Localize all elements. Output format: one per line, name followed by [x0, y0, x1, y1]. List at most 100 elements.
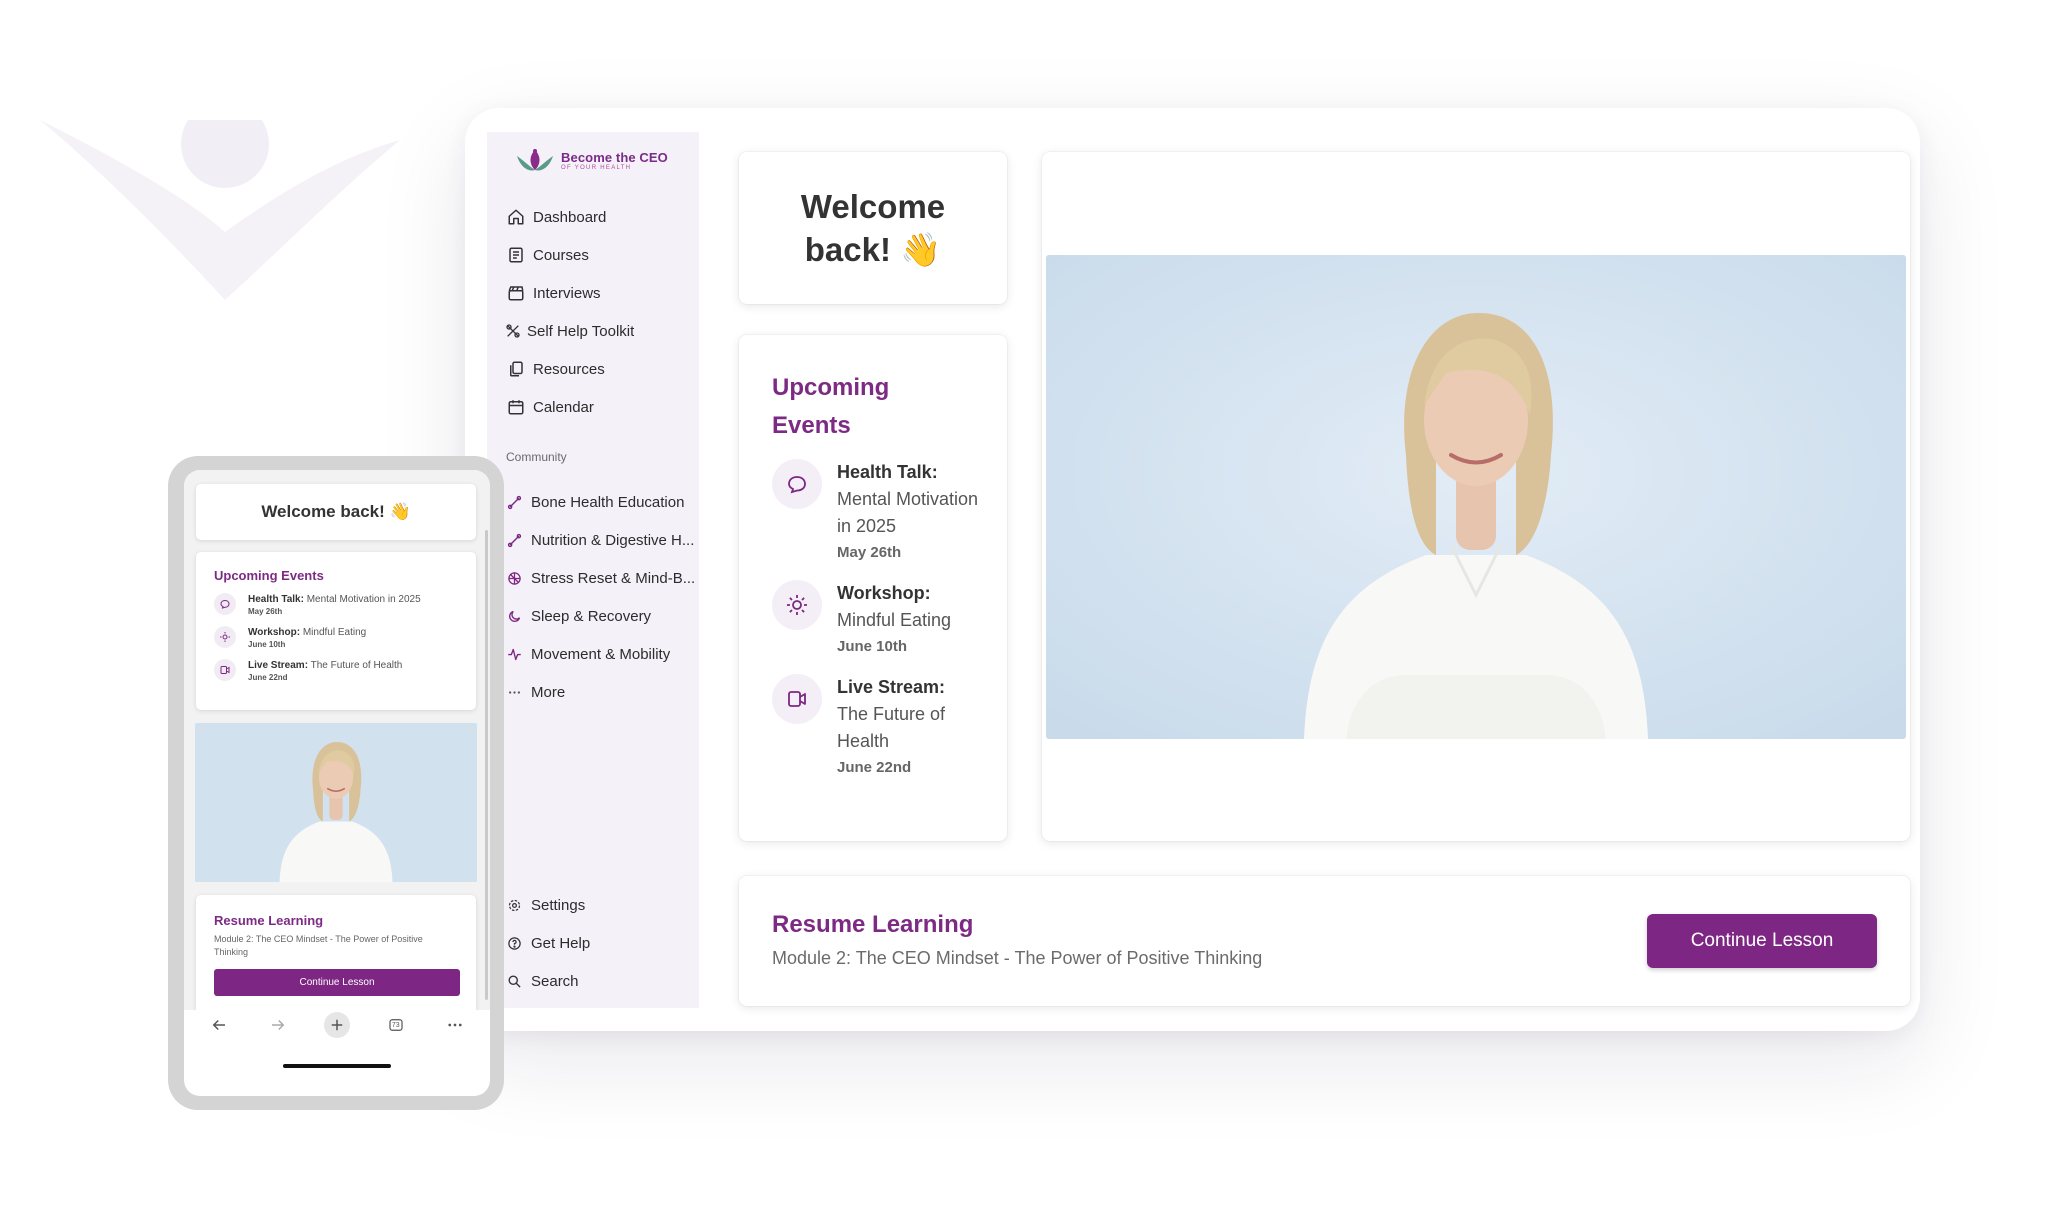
mobile-event-item[interactable]: Live Stream: The Future of Health June 22… — [214, 659, 458, 683]
event-date: May 26th — [837, 544, 902, 561]
back-arrow-icon[interactable] — [206, 1012, 232, 1038]
brain-icon — [505, 567, 523, 589]
mobile-events-title: Upcoming Events — [214, 568, 324, 583]
event-type: Health Talk: — [837, 462, 938, 482]
sidebar-item-stress-reset[interactable]: Stress Reset & Mind-B... — [505, 559, 697, 597]
event-date: June 10th — [837, 638, 908, 655]
chat-bubble-icon — [772, 459, 822, 509]
welcome-heading: Welcome back! 👋 — [800, 188, 946, 268]
sidebar-item-label: Stress Reset & Mind-B... — [531, 569, 696, 587]
event-name: Mental Motivation in 2025 — [837, 489, 979, 536]
sun-icon — [214, 626, 236, 648]
sidebar-item-label: Interviews — [533, 284, 601, 302]
sidebar-item-dashboard[interactable]: Dashboard — [505, 198, 697, 236]
files-icon — [505, 358, 527, 380]
sidebar-item-get-help[interactable]: Get Help — [505, 924, 697, 962]
event-type: Health Talk: — [248, 594, 304, 605]
brand-watermark-icon — [40, 120, 400, 300]
resume-module-subtitle: Module 2: The CEO Mindset - The Power of… — [772, 948, 1263, 968]
logo-title: Become the CEO — [561, 150, 668, 165]
brand-logo[interactable]: Become the CEO OF YOUR HEALTH — [515, 146, 668, 176]
tabs-count: 73 — [391, 1021, 400, 1029]
sidebar-item-label: Calendar — [533, 398, 594, 416]
mobile-video-player[interactable] — [195, 723, 477, 882]
sidebar-item-label: Resources — [533, 360, 605, 378]
upcoming-events-card: Upcoming Events Health Talk: Mental Motiv… — [739, 335, 1007, 841]
sun-icon — [772, 580, 822, 630]
event-type: Live Stream: — [837, 677, 946, 697]
event-name: Mindful Eating — [837, 610, 952, 630]
lotus-logo-icon — [517, 149, 553, 171]
sidebar-item-bone-health[interactable]: Bone Health Education — [505, 483, 697, 521]
video-player[interactable] — [1046, 255, 1906, 739]
sidebar-item-more[interactable]: More — [505, 673, 697, 711]
event-date: June 22nd — [837, 759, 912, 776]
activity-icon — [505, 643, 523, 665]
tabs-count-icon[interactable]: 73 — [383, 1012, 409, 1038]
sidebar-item-label: Settings — [531, 896, 586, 914]
book-icon — [505, 244, 527, 266]
event-date: June 22nd — [248, 673, 288, 682]
forward-arrow-icon[interactable] — [265, 1012, 291, 1038]
sidebar-item-settings[interactable]: Settings — [505, 886, 697, 924]
bone-icon — [505, 491, 523, 513]
mobile-event-item[interactable]: Health Talk: Mental Motivation in 2025 Ma… — [214, 593, 458, 617]
tools-icon — [505, 320, 521, 342]
moon-icon — [505, 605, 523, 627]
sidebar: Become the CEO OF YOUR HEALTH Dashboard … — [487, 132, 699, 1008]
sidebar-item-resources[interactable]: Resources — [505, 350, 697, 388]
sidebar-item-label: Courses — [533, 246, 589, 264]
video-camera-icon — [214, 659, 236, 681]
sidebar-item-interviews[interactable]: Interviews — [505, 274, 697, 312]
mobile-resume-subtitle: Module 2: The CEO Mindset - The Power of… — [214, 934, 423, 957]
presenter-video-frame — [1046, 255, 1906, 739]
mobile-events-card: Upcoming Events Health Talk: Mental Moti… — [196, 552, 476, 710]
sidebar-item-movement-mobility[interactable]: Movement & Mobility — [505, 635, 697, 673]
mobile-content: Welcome back! 👋 Upcoming Events Health T… — [184, 470, 490, 1010]
resume-title: Resume Learning — [772, 911, 974, 938]
events-title: Upcoming Events — [772, 374, 890, 439]
sidebar-item-nutrition[interactable]: Nutrition & Digestive H... — [505, 521, 697, 559]
event-name: Mental Motivation in 2025 — [306, 594, 421, 605]
mobile-event-item[interactable]: Workshop: Mindful Eating June 10th — [214, 626, 458, 650]
event-item[interactable]: Live Stream: The Future of Health June 22… — [772, 674, 987, 781]
sidebar-item-courses[interactable]: Courses — [505, 236, 697, 274]
mobile-continue-lesson-button[interactable]: Continue Lesson — [214, 969, 460, 996]
more-icon — [505, 681, 523, 703]
desktop-app-window: Become the CEO OF YOUR HEALTH Dashboard … — [465, 108, 1920, 1031]
sidebar-item-label: Bone Health Education — [531, 493, 685, 511]
mobile-scrollbar[interactable] — [485, 530, 488, 1000]
sidebar-item-label: Search — [531, 972, 579, 990]
event-name: The Future of Health — [837, 704, 946, 751]
search-icon — [505, 970, 523, 992]
gear-icon — [505, 894, 523, 916]
calendar-icon — [505, 396, 527, 418]
resume-learning-card: Resume Learning Module 2: The CEO Mindse… — [739, 876, 1910, 1006]
pill-icon — [505, 529, 523, 551]
mobile-welcome-heading: Welcome back! 👋 — [261, 502, 411, 521]
help-circle-icon — [505, 932, 523, 954]
event-item[interactable]: Health Talk: Mental Motivation in 2025 Ma… — [772, 459, 987, 566]
mobile-screen: Welcome back! 👋 Upcoming Events Health T… — [184, 470, 490, 1096]
event-item[interactable]: Workshop: Mindful Eating June 10th — [772, 580, 987, 660]
sidebar-item-calendar[interactable]: Calendar — [505, 388, 697, 426]
more-menu-icon[interactable] — [442, 1012, 468, 1038]
sidebar-item-search[interactable]: Search — [505, 962, 697, 1000]
event-date: May 26th — [248, 607, 283, 616]
sidebar-item-self-help-toolkit[interactable]: Self Help Toolkit — [505, 312, 697, 350]
sidebar-item-label: Get Help — [531, 934, 591, 952]
logo-tagline: OF YOUR HEALTH — [561, 165, 632, 171]
bottom-nav: Settings Get Help Search — [505, 886, 697, 1000]
new-tab-plus-icon[interactable] — [323, 1012, 350, 1038]
main-nav: Dashboard Courses Interviews Self Help T… — [505, 198, 697, 426]
sidebar-item-label: Self Help Toolkit — [527, 322, 635, 340]
sidebar-item-sleep-recovery[interactable]: Sleep & Recovery — [505, 597, 697, 635]
event-type: Live Stream: — [248, 660, 309, 671]
mobile-device-frame: Welcome back! 👋 Upcoming Events Health T… — [168, 456, 504, 1110]
mobile-resume-title: Resume Learning — [214, 913, 324, 928]
chat-bubble-icon — [214, 593, 236, 615]
sidebar-item-label: Nutrition & Digestive H... — [531, 531, 695, 549]
continue-lesson-button[interactable]: Continue Lesson — [1647, 914, 1877, 968]
video-card — [1042, 152, 1910, 841]
welcome-card: Welcome back! 👋 — [739, 152, 1007, 304]
